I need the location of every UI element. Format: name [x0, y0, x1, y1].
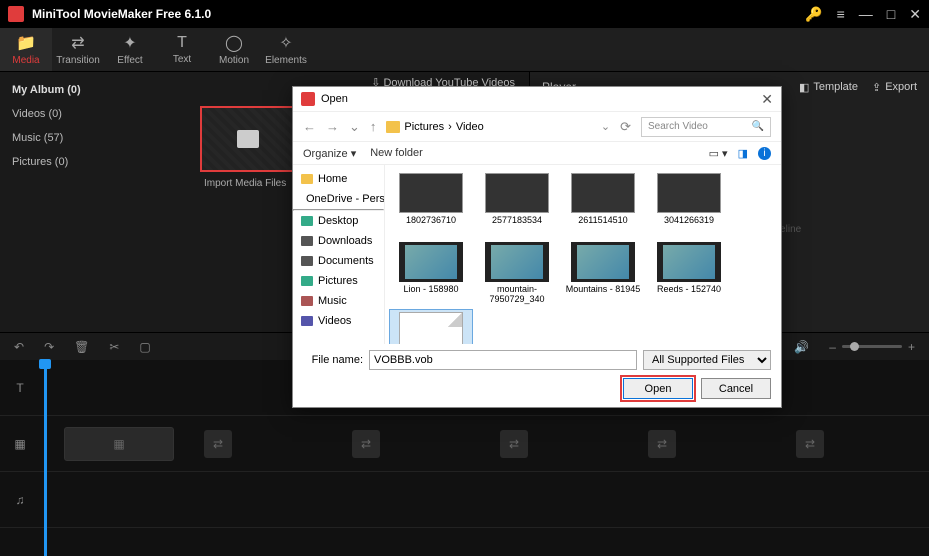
split-icon[interactable]: ✂ [109, 340, 119, 354]
minimize-icon[interactable]: ― [859, 6, 873, 22]
template-button[interactable]: ◧ Template [799, 81, 858, 94]
file-list: 1802736710257718353426115145103041266319… [385, 165, 781, 344]
nav-item[interactable]: Downloads [293, 231, 384, 251]
file-thumbnail-selected[interactable]: VOBBB.vob [389, 309, 473, 344]
nav-item[interactable]: Desktop [293, 211, 384, 231]
transition-slot[interactable]: ⇄ [352, 430, 380, 458]
import-media-button[interactable] [200, 106, 296, 172]
dialog-sidebar: HomeOneDrive - PersDesktopDownloadsDocum… [293, 165, 385, 344]
transition-slot[interactable]: ⇄ [796, 430, 824, 458]
toolbar-text[interactable]: TText [156, 28, 208, 71]
open-button[interactable]: Open [623, 378, 693, 399]
cancel-button[interactable]: Cancel [701, 378, 771, 399]
sidebar-item[interactable]: Pictures (0) [10, 150, 178, 174]
key-icon[interactable]: 🔑 [805, 6, 822, 23]
nav-item[interactable]: Home [293, 169, 384, 189]
file-thumbnail[interactable]: 2611514510 [561, 171, 645, 238]
delete-icon[interactable]: 🗑 [74, 340, 89, 354]
video-clip[interactable]: ▦ [64, 427, 174, 461]
sidebar-my-album[interactable]: My Album (0) [10, 78, 178, 102]
dialog-title: Open [321, 93, 348, 105]
playhead[interactable] [44, 360, 47, 556]
redo-icon[interactable]: ↷ [44, 340, 54, 354]
undo-icon[interactable]: ↶ [14, 340, 24, 354]
search-input[interactable]: Search Video 🔍 [641, 117, 771, 137]
filename-label: File name: [303, 354, 363, 366]
search-icon: 🔍 [752, 121, 764, 132]
filename-input[interactable] [369, 350, 637, 370]
view-mode-icon[interactable]: ▭ ▾ [709, 147, 728, 160]
zoom-out-icon[interactable]: – [829, 340, 836, 354]
zoom-slider[interactable]: – + [829, 340, 915, 354]
file-thumbnail[interactable]: 2577183534 [475, 171, 559, 238]
file-thumbnail[interactable]: 1802736710 [389, 171, 473, 238]
toolbar-effect[interactable]: ✦Effect [104, 28, 156, 71]
file-thumbnail[interactable]: Mountains - 81945 [561, 240, 645, 307]
toolbar-elements[interactable]: ✧Elements [260, 28, 312, 71]
file-filter-select[interactable]: All Supported Files [643, 350, 771, 370]
nav-back-icon[interactable]: ← [303, 119, 316, 134]
track-text-icon[interactable]: T [0, 381, 40, 395]
transition-slot[interactable]: ⇄ [204, 430, 232, 458]
info-icon[interactable]: i [758, 147, 771, 160]
nav-up-icon[interactable]: ↑ [370, 119, 377, 134]
folder-icon [386, 121, 400, 133]
app-logo-icon [8, 6, 24, 22]
sidebar: My Album (0) Videos (0)Music (57)Picture… [0, 72, 188, 332]
file-thumbnail[interactable]: Reeds - 152740 [647, 240, 731, 307]
organize-menu[interactable]: Organize ▾ [303, 147, 356, 160]
titlebar: MiniTool MovieMaker Free 6.1.0 🔑 ≡ ― □ ✕ [0, 0, 929, 28]
new-folder-button[interactable]: New folder [370, 147, 423, 159]
maximize-icon[interactable]: □ [887, 6, 895, 22]
zoom-in-icon[interactable]: + [908, 340, 915, 354]
nav-item[interactable]: Documents [293, 251, 384, 271]
nav-item[interactable]: OneDrive - Pers [293, 189, 384, 209]
sidebar-item[interactable]: Music (57) [10, 126, 178, 150]
toolbar-media[interactable]: 📁Media [0, 28, 52, 71]
toolbar-transition[interactable]: ⇄Transition [52, 28, 104, 71]
preview-pane-icon[interactable]: ◨ [738, 147, 748, 160]
open-file-dialog: Open ✕ ← → ⌄ ↑ Pictures › Video ⌄ ⟳ Sear… [292, 86, 782, 408]
track-audio-icon[interactable]: ♫ [0, 493, 40, 507]
transition-slot[interactable]: ⇄ [500, 430, 528, 458]
nav-item[interactable]: Videos [293, 311, 384, 331]
file-thumbnail[interactable]: 3041266319 [647, 171, 731, 238]
nav-recent-icon[interactable]: ⌄ [349, 119, 360, 135]
export-button[interactable]: ⇪ Export [872, 81, 917, 94]
file-thumbnail[interactable]: Lion - 158980 [389, 240, 473, 307]
dialog-logo-icon [301, 92, 315, 106]
menu-icon[interactable]: ≡ [837, 6, 845, 22]
speaker-icon[interactable]: 🔊 [794, 340, 809, 354]
sidebar-item[interactable]: Videos (0) [10, 102, 178, 126]
toolbar-motion[interactable]: ◯Motion [208, 28, 260, 71]
crop-icon[interactable]: ▢ [139, 340, 150, 354]
nav-forward-icon[interactable]: → [326, 119, 339, 134]
track-video-icon[interactable]: ▦ [0, 437, 40, 451]
close-icon[interactable]: ✕ [909, 6, 921, 23]
folder-icon [237, 130, 259, 148]
dialog-close-icon[interactable]: ✕ [761, 91, 773, 108]
app-title: MiniTool MovieMaker Free 6.1.0 [32, 7, 805, 21]
nav-item[interactable]: Music [293, 291, 384, 311]
file-thumbnail[interactable]: mountain-7950729_340 [475, 240, 559, 307]
nav-item[interactable]: Pictures [293, 271, 384, 291]
main-toolbar: 📁Media⇄Transition✦EffectTText◯Motion✧Ele… [0, 28, 929, 72]
refresh-icon[interactable]: ⟳ [620, 119, 631, 135]
transition-slot[interactable]: ⇄ [648, 430, 676, 458]
breadcrumb[interactable]: Pictures › Video ⌄ [386, 120, 610, 133]
